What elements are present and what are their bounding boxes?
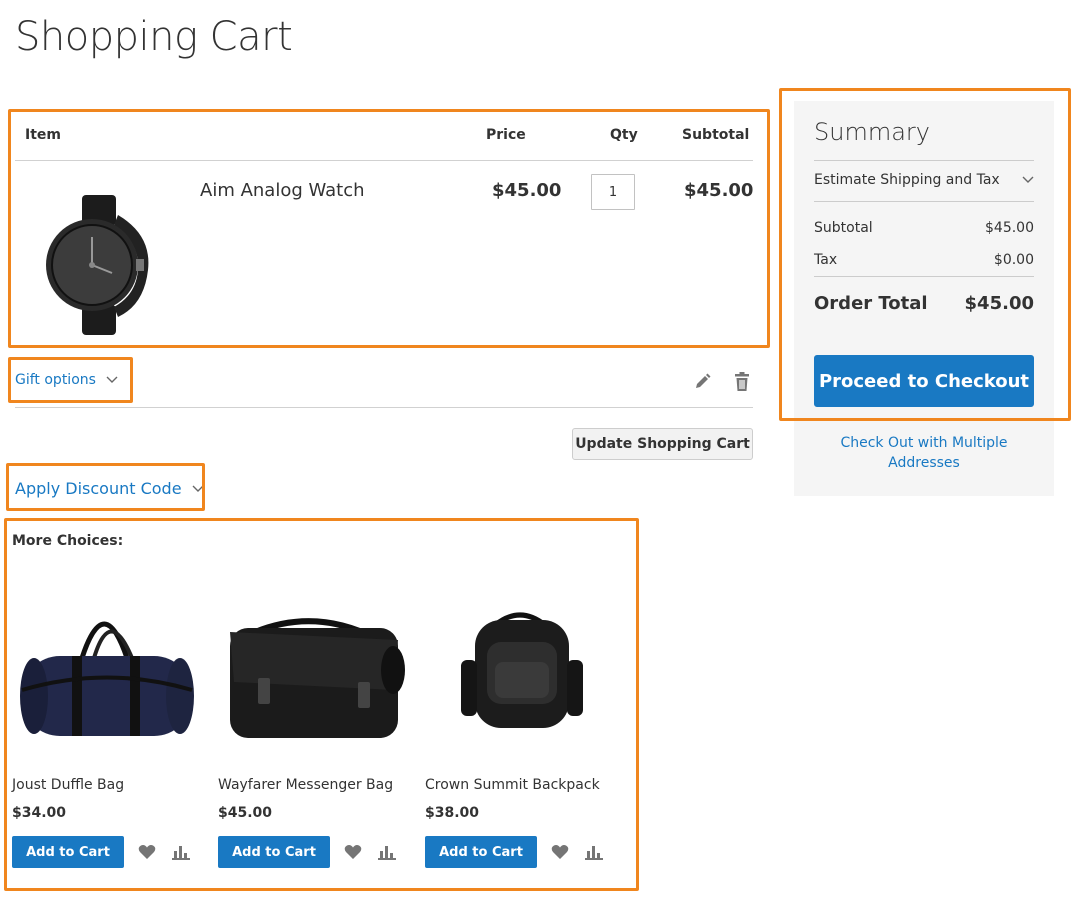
trash-icon[interactable] bbox=[733, 372, 751, 392]
chevron-down-icon bbox=[106, 376, 118, 383]
product-name[interactable]: Joust Duffle Bag bbox=[12, 777, 124, 793]
product-name[interactable]: Aim Analog Watch bbox=[200, 180, 365, 201]
estimate-shipping-toggle[interactable]: Estimate Shipping and Tax bbox=[814, 172, 1034, 188]
summary-subtotal-row: Subtotal $45.00 bbox=[814, 220, 1034, 236]
product-price: $45.00 bbox=[218, 805, 273, 821]
product-subtotal: $45.00 bbox=[684, 180, 754, 201]
order-total-row: Order Total $45.00 bbox=[814, 293, 1034, 314]
summary-title: Summary bbox=[814, 118, 930, 146]
order-total-label: Order Total bbox=[814, 293, 928, 314]
watch-image[interactable] bbox=[40, 195, 155, 335]
table-divider bbox=[15, 160, 753, 161]
gift-options-label: Gift options bbox=[15, 372, 96, 388]
compare-icon[interactable] bbox=[378, 844, 396, 860]
gift-options-toggle[interactable]: Gift options bbox=[15, 372, 118, 388]
heart-icon[interactable] bbox=[551, 844, 569, 860]
summary-divider bbox=[814, 160, 1034, 161]
chevron-down-icon bbox=[1022, 176, 1034, 183]
add-to-cart-button[interactable]: Add to Cart bbox=[12, 836, 124, 868]
column-header-qty: Qty bbox=[610, 127, 638, 143]
product-price: $34.00 bbox=[12, 805, 67, 821]
subtotal-label: Subtotal bbox=[814, 220, 873, 236]
estimate-shipping-label: Estimate Shipping and Tax bbox=[814, 172, 1000, 188]
duffle-bag-image[interactable] bbox=[12, 570, 202, 760]
heart-icon[interactable] bbox=[138, 844, 156, 860]
column-header-price: Price bbox=[486, 127, 526, 143]
actions-divider bbox=[15, 407, 753, 408]
tax-label: Tax bbox=[814, 252, 838, 268]
apply-discount-label: Apply Discount Code bbox=[15, 479, 182, 498]
tax-value: $0.00 bbox=[993, 252, 1034, 268]
summary-divider bbox=[814, 201, 1034, 202]
summary-divider bbox=[814, 276, 1034, 277]
multi-address-checkout-link[interactable]: Check Out with Multiple Addresses bbox=[814, 433, 1034, 473]
apply-discount-toggle[interactable]: Apply Discount Code bbox=[15, 479, 204, 498]
add-to-cart-button[interactable]: Add to Cart bbox=[218, 836, 330, 868]
page-title: Shopping Cart bbox=[15, 14, 293, 60]
heart-icon[interactable] bbox=[344, 844, 362, 860]
product-name[interactable]: Wayfarer Messenger Bag bbox=[218, 777, 393, 793]
product-price: $38.00 bbox=[425, 805, 480, 821]
pencil-icon[interactable] bbox=[693, 372, 711, 392]
summary-tax-row: Tax $0.00 bbox=[814, 252, 1034, 268]
proceed-to-checkout-button[interactable]: Proceed to Checkout bbox=[814, 355, 1034, 407]
backpack-image[interactable] bbox=[425, 570, 615, 760]
column-header-subtotal: Subtotal bbox=[682, 127, 750, 143]
chevron-down-icon bbox=[192, 485, 204, 492]
column-header-item: Item bbox=[25, 127, 61, 143]
cart-summary: Summary Estimate Shipping and Tax Subtot… bbox=[794, 101, 1054, 496]
product-name[interactable]: Crown Summit Backpack bbox=[425, 777, 600, 793]
product-price: $45.00 bbox=[492, 180, 562, 201]
subtotal-value: $45.00 bbox=[985, 220, 1034, 236]
more-choices-title: More Choices: bbox=[12, 533, 124, 549]
update-shopping-cart-button[interactable]: Update Shopping Cart bbox=[572, 428, 753, 460]
add-to-cart-button[interactable]: Add to Cart bbox=[425, 836, 537, 868]
compare-icon[interactable] bbox=[172, 844, 190, 860]
messenger-bag-image[interactable] bbox=[218, 570, 408, 760]
compare-icon[interactable] bbox=[585, 844, 603, 860]
order-total-value: $45.00 bbox=[964, 293, 1034, 314]
qty-input[interactable] bbox=[591, 174, 635, 210]
